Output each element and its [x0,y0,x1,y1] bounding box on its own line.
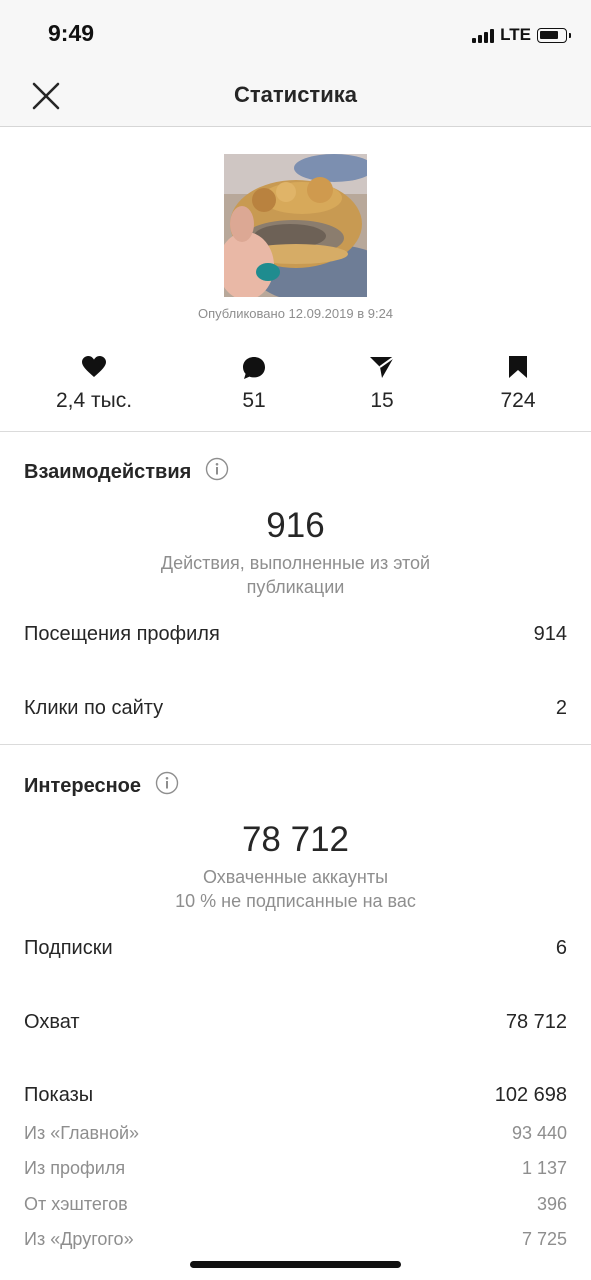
discovery-section-title: Интересное [24,771,179,801]
stat-value: 93 440 [511,1123,567,1143]
network-type: LTE [500,25,531,44]
stat-label: От хэштегов [24,1194,128,1214]
stat-value: 78 712 [505,1011,567,1033]
stat-label: Охват [24,1011,80,1033]
impressions-from-other: Из «Другого» 7 725 [24,1229,567,1250]
interactions-section-title: Взаимодействия [24,457,229,487]
discovery-description-2: 10 % не подписанные на вас [175,891,416,911]
status-indicators: LTE [472,24,571,46]
stat-value: 2 [555,697,567,719]
likes-metric: 2,4 тыс. [29,355,159,413]
published-date: Опубликовано 12.09.2019 в 9:24 [197,306,394,321]
discovery-total: 78 712 [241,820,350,859]
stat-label: Посещения профиля [24,623,220,645]
stat-label: Показы [24,1084,94,1106]
stat-label: Из «Другого» [24,1229,134,1249]
status-time: 9:49 [48,20,95,46]
status-bar: 9:49 LTE [0,0,591,64]
interactions-total: 916 [266,506,325,545]
signal-icon [472,27,495,43]
interactions-title: Взаимодействия [24,460,192,483]
comments-metric: 51 [189,355,319,413]
stat-label: Из профиля [24,1158,126,1178]
heart-icon [82,356,106,377]
stat-label: Клики по сайту [24,697,164,719]
comments-count: 51 [242,389,266,412]
divider [0,431,591,432]
post-metrics: 2,4 тыс. 51 15 724 [0,355,591,431]
stat-row-website-clicks: Клики по сайту 2 [24,697,567,720]
likes-count: 2,4 тыс. [55,389,133,412]
home-indicator[interactable] [190,1261,401,1268]
info-icon[interactable] [155,771,179,801]
stat-value: 102 698 [494,1084,567,1106]
post-image [224,154,367,297]
discovery-title: Интересное [24,774,141,797]
interactions-description-2: публикации [246,577,345,597]
shares-metric: 15 [317,355,447,413]
header: Статистика [0,64,591,127]
impressions-from-hashtags: От хэштегов 396 [24,1194,567,1215]
saves-count: 724 [500,389,536,412]
stat-label: Подписки [24,937,113,959]
post-thumbnail[interactable] [224,154,367,297]
stat-row-profile-visits: Посещения профиля 914 [24,623,567,646]
stat-value: 914 [533,623,567,645]
share-icon [370,356,395,378]
battery-icon [537,27,571,43]
stat-value: 1 137 [521,1158,567,1178]
info-icon[interactable] [205,457,229,487]
stat-row-follows: Подписки 6 [24,937,567,960]
bookmark-icon [509,356,527,378]
comment-icon [243,357,265,379]
stat-row-reach: Охват 78 712 [24,1011,567,1034]
stat-label: Из «Главной» [24,1123,140,1143]
saves-metric: 724 [453,355,583,413]
stat-value: 7 725 [521,1229,567,1249]
page-title: Статистика [234,82,357,107]
divider [0,744,591,745]
shares-count: 15 [370,389,394,412]
impressions-from-profile: Из профиля 1 137 [24,1158,567,1179]
impressions-from-home: Из «Главной» 93 440 [24,1123,567,1144]
interactions-description-1: Действия, выполненные из этой [160,553,431,573]
discovery-description-1: Охваченные аккаунты [202,867,389,887]
stat-value: 6 [555,937,567,959]
stat-value: 396 [536,1194,567,1214]
stat-row-impressions: Показы 102 698 [24,1084,567,1107]
